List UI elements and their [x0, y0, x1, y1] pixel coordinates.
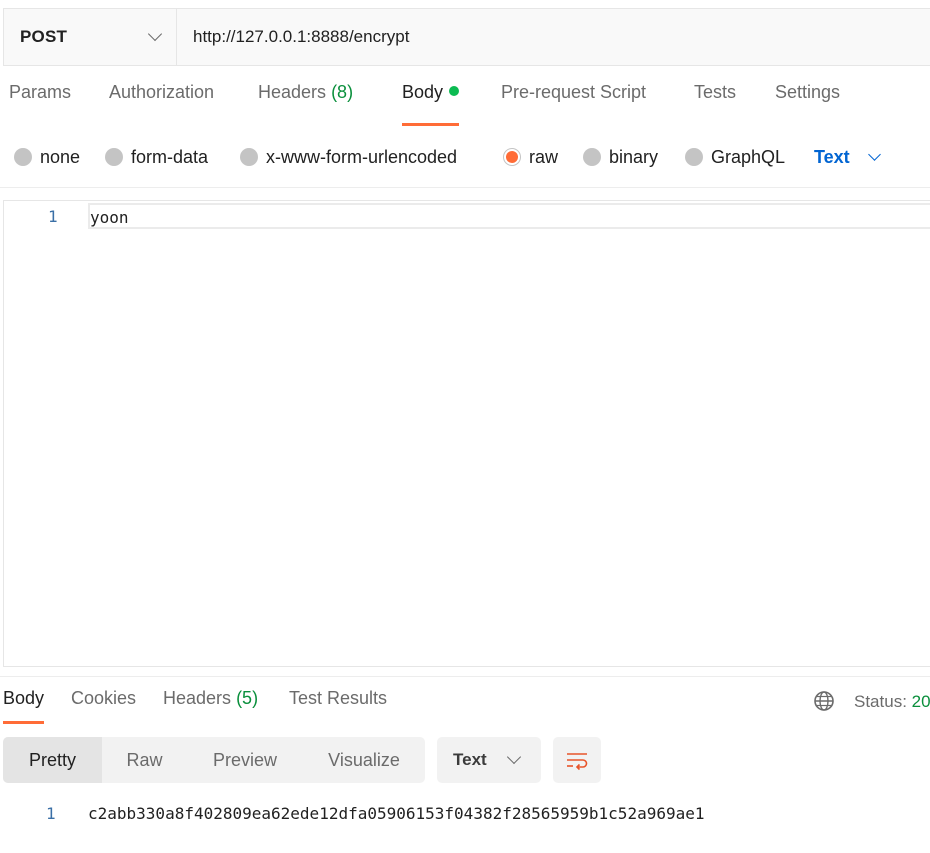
- tab-tests-label: Tests: [694, 82, 737, 102]
- tab-headers-label: Headers: [258, 82, 327, 102]
- tab-params[interactable]: Params: [9, 82, 71, 126]
- response-line-number: 1: [46, 804, 56, 823]
- view-preview-button[interactable]: Preview: [187, 737, 303, 783]
- tab-params-label: Params: [9, 82, 72, 102]
- radio-circle: [105, 148, 123, 166]
- divider: [0, 676, 930, 677]
- view-pretty-button[interactable]: Pretty: [3, 737, 102, 783]
- response-tab-headers[interactable]: Headers (5): [163, 688, 258, 724]
- view-pretty-label: Pretty: [28, 749, 76, 770]
- response-tabs: Body Cookies Headers (5) Test Results: [0, 688, 930, 724]
- response-tab-cookies[interactable]: Cookies: [71, 688, 136, 724]
- tab-body[interactable]: Body: [402, 82, 460, 126]
- view-visualize-button[interactable]: Visualize: [303, 737, 425, 783]
- radio-form-data-label: form-data: [131, 146, 209, 167]
- line-number: 1: [48, 207, 58, 226]
- chevron-down-icon: [147, 26, 163, 42]
- radio-circle-checked: [503, 148, 521, 166]
- request-body-editor[interactable]: 1 yoon: [3, 200, 930, 667]
- response-format-select[interactable]: Text: [437, 737, 541, 783]
- status-code: 20: [911, 692, 930, 711]
- response-tab-body-label: Body: [3, 688, 45, 708]
- radio-circle: [583, 148, 601, 166]
- method-label: POST: [20, 27, 68, 46]
- view-visualize-label: Visualize: [328, 749, 400, 770]
- response-tab-headers-label: Headers: [163, 688, 232, 708]
- tab-authorization[interactable]: Authorization: [109, 82, 214, 126]
- body-indicator-dot: [449, 86, 460, 96]
- tab-tests[interactable]: Tests: [694, 82, 736, 126]
- response-status: Status: 20: [854, 692, 930, 712]
- view-preview-label: Preview: [212, 749, 278, 770]
- wrap-lines-button[interactable]: [553, 737, 601, 783]
- url-bar: POST: [3, 8, 930, 66]
- wrap-lines-icon: [567, 753, 588, 771]
- active-line-highlight: [88, 203, 930, 229]
- response-content[interactable]: c2abb330a8f402809ea62ede12dfa05906153f04…: [88, 804, 705, 823]
- view-raw-button[interactable]: Raw: [102, 737, 187, 783]
- globe-icon[interactable]: [813, 690, 835, 712]
- radio-urlencoded-label: x-www-form-urlencoded: [266, 146, 458, 167]
- radio-binary-label: binary: [609, 146, 659, 167]
- response-headers-count: (5): [236, 688, 259, 708]
- radio-none[interactable]: none: [14, 140, 80, 174]
- radio-graphql[interactable]: GraphQL: [685, 140, 785, 174]
- radio-none-label: none: [40, 146, 81, 167]
- language-select[interactable]: Text: [814, 140, 881, 174]
- status-label: Status:: [854, 692, 907, 711]
- tab-headers[interactable]: Headers (8): [258, 82, 353, 126]
- radio-circle: [685, 148, 703, 166]
- response-tab-cookies-label: Cookies: [71, 688, 137, 708]
- response-format-label: Text: [453, 750, 487, 769]
- headers-count: (8): [331, 82, 354, 102]
- radio-graphql-label: GraphQL: [711, 146, 786, 167]
- editor-content[interactable]: yoon: [90, 208, 129, 227]
- divider: [0, 187, 930, 188]
- tab-prerequest-script[interactable]: Pre-request Script: [501, 82, 646, 126]
- radio-urlencoded[interactable]: x-www-form-urlencoded: [240, 140, 457, 174]
- radio-raw-label: raw: [529, 146, 559, 167]
- chevron-down-icon: [506, 749, 521, 765]
- radio-binary[interactable]: binary: [583, 140, 658, 174]
- tab-settings-label: Settings: [775, 82, 841, 102]
- url-input[interactable]: [177, 9, 930, 65]
- view-raw-label: Raw: [126, 749, 163, 770]
- language-label: Text: [814, 146, 850, 167]
- request-tabs: Params Authorization Headers (8) Body Pr…: [0, 82, 930, 126]
- radio-form-data[interactable]: form-data: [105, 140, 208, 174]
- response-tab-body[interactable]: Body: [3, 688, 45, 724]
- body-type-options: none form-data x-www-form-urlencoded raw…: [0, 140, 930, 174]
- tab-body-label: Body: [402, 82, 444, 102]
- method-select[interactable]: POST: [4, 9, 177, 65]
- radio-raw[interactable]: raw: [503, 140, 558, 174]
- chevron-down-icon: [867, 148, 881, 161]
- radio-circle: [14, 148, 32, 166]
- tab-settings[interactable]: Settings: [775, 82, 840, 126]
- response-tab-test-results[interactable]: Test Results: [289, 688, 387, 724]
- tab-prerequest-label: Pre-request Script: [501, 82, 647, 102]
- view-mode-group: Pretty Raw Preview Visualize: [3, 737, 425, 783]
- tab-authorization-label: Authorization: [109, 82, 215, 102]
- radio-circle: [240, 148, 258, 166]
- response-tab-test-results-label: Test Results: [289, 688, 388, 708]
